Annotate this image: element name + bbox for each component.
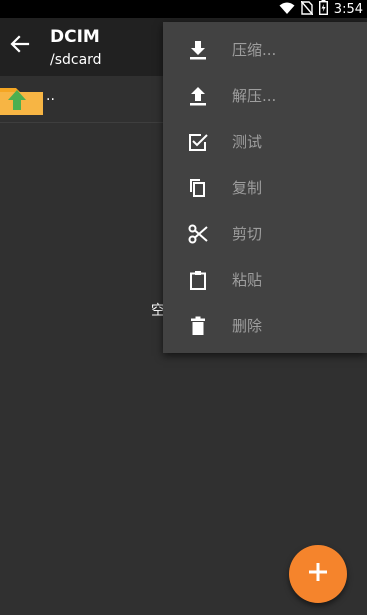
clipboard-icon [187,269,209,291]
add-fab-button[interactable] [289,545,347,603]
menu-item-delete[interactable]: 删除 [163,302,367,348]
menu-item-label: 压缩... [232,41,277,59]
download-icon [187,39,209,61]
menu-item-copy[interactable]: 复制 [163,164,367,210]
no-sim-icon [300,0,314,19]
back-button[interactable] [6,32,34,60]
checkbox-icon [187,131,209,153]
battery-icon [318,0,328,19]
menu-item-test[interactable]: 测试 [163,118,367,164]
menu-item-label: 删除 [232,317,263,335]
toolbar-title: DCIM [50,27,100,47]
menu-item-paste[interactable]: 粘贴 [163,256,367,302]
menu-item-compress[interactable]: 压缩... [163,26,367,72]
wifi-icon [279,0,295,19]
menu-item-label: 解压... [232,87,277,105]
menu-item-label: 粘贴 [232,271,263,289]
context-menu: 压缩... 解压... 测试 复制 剪切 粘贴 删除 [163,22,367,353]
status-icons: 3:54 [279,0,363,18]
scissors-icon [187,223,209,245]
menu-item-extract[interactable]: 解压... [163,72,367,118]
trash-icon [187,315,209,337]
plus-icon [307,561,329,587]
upload-icon [187,85,209,107]
status-time: 3:54 [333,1,363,17]
menu-item-cut[interactable]: 剪切 [163,210,367,256]
toolbar-subtitle: /sdcard [50,52,102,68]
copy-icon [187,177,209,199]
menu-item-label: 测试 [232,133,263,151]
menu-item-label: 复制 [232,179,263,197]
menu-item-label: 剪切 [232,225,263,243]
folder-up-icon [0,84,44,120]
arrow-back-icon [10,34,30,58]
status-bar: 3:54 [0,0,367,18]
list-item-label: .. [46,88,55,104]
